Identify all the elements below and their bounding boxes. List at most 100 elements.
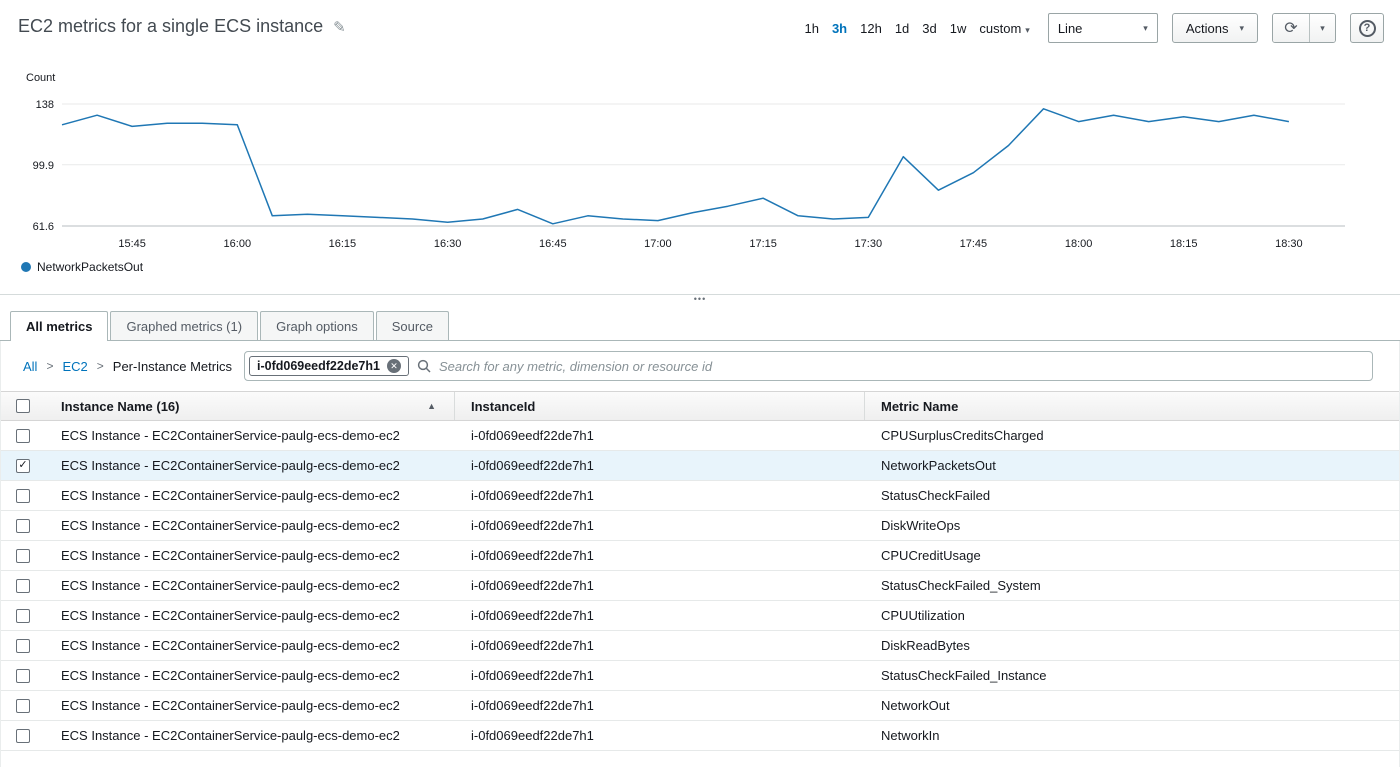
time-range-12h[interactable]: 12h <box>860 21 882 36</box>
metric-search-box[interactable]: i-0fd069eedf22de7h1 ✕ <box>244 351 1373 381</box>
chart-type-value: Line <box>1058 21 1083 36</box>
tab-source[interactable]: Source <box>376 311 449 340</box>
chart-type-select[interactable]: Line ▾ <box>1048 13 1158 43</box>
dashboard-header: EC2 metrics for a single ECS instance ✎ … <box>0 0 1400 64</box>
chart-legend[interactable]: NetworkPacketsOut <box>21 260 143 274</box>
svg-text:18:00: 18:00 <box>1065 238 1093 250</box>
metrics-line-chart[interactable]: 13899.961.615:4516:0016:1516:3016:4517:0… <box>0 80 1400 256</box>
table-row[interactable]: ECS Instance - EC2ContainerService-paulg… <box>1 661 1399 691</box>
breadcrumb-ec2[interactable]: EC2 <box>62 359 87 374</box>
row-checkbox[interactable] <box>16 609 30 623</box>
row-checkbox-cell <box>1 639 45 653</box>
tab-graph-options[interactable]: Graph options <box>260 311 374 340</box>
row-checkbox[interactable] <box>16 699 30 713</box>
actions-button[interactable]: Actions ▾ <box>1172 13 1258 43</box>
table-row[interactable]: ECS Instance - EC2ContainerService-paulg… <box>1 691 1399 721</box>
tab-all-metrics[interactable]: All metrics <box>10 311 108 340</box>
cell-instance-id: i-0fd069eedf22de7h1 <box>455 638 865 653</box>
row-checkbox[interactable] <box>16 429 30 443</box>
cell-instance-name: ECS Instance - EC2ContainerService-paulg… <box>45 578 455 593</box>
cell-metric-name: CPUUtilization <box>865 608 1399 623</box>
cell-instance-id: i-0fd069eedf22de7h1 <box>455 548 865 563</box>
panel-divider: ••• <box>0 294 1400 310</box>
cell-instance-id: i-0fd069eedf22de7h1 <box>455 488 865 503</box>
row-checkbox[interactable]: ✓ <box>16 459 30 473</box>
row-checkbox[interactable] <box>16 729 30 743</box>
cell-metric-name: CPUCreditUsage <box>865 548 1399 563</box>
table-row[interactable]: ECS Instance - EC2ContainerService-paulg… <box>1 481 1399 511</box>
svg-text:99.9: 99.9 <box>33 160 54 172</box>
row-checkbox-cell <box>1 579 45 593</box>
row-checkbox-cell <box>1 489 45 503</box>
table-row[interactable]: ECS Instance - EC2ContainerService-paulg… <box>1 421 1399 451</box>
time-range-custom[interactable]: custom▾ <box>979 21 1029 36</box>
edit-title-icon[interactable]: ✎ <box>333 18 346 36</box>
row-checkbox[interactable] <box>16 639 30 653</box>
help-button[interactable]: ? <box>1350 13 1384 43</box>
row-checkbox-cell <box>1 699 45 713</box>
row-checkbox[interactable] <box>16 549 30 563</box>
chevron-down-icon: ▾ <box>1239 23 1244 34</box>
filter-pill[interactable]: i-0fd069eedf22de7h1 ✕ <box>249 356 409 376</box>
row-checkbox[interactable] <box>16 669 30 683</box>
cell-metric-name: NetworkPacketsOut <box>865 458 1399 473</box>
table-row[interactable]: ECS Instance - EC2ContainerService-paulg… <box>1 721 1399 751</box>
refresh-button[interactable]: ⟳ <box>1273 14 1310 42</box>
row-checkbox-cell <box>1 429 45 443</box>
refresh-options-button[interactable]: ▾ <box>1310 14 1335 42</box>
chevron-down-icon: ▾ <box>1025 25 1030 35</box>
remove-filter-icon[interactable]: ✕ <box>387 359 401 373</box>
legend-label: NetworkPacketsOut <box>37 260 143 274</box>
svg-text:18:30: 18:30 <box>1275 238 1303 250</box>
svg-text:138: 138 <box>36 99 54 111</box>
time-range-1h[interactable]: 1h <box>804 21 818 36</box>
breadcrumb-separator: > <box>46 359 53 373</box>
cell-instance-id: i-0fd069eedf22de7h1 <box>455 728 865 743</box>
time-range-1w[interactable]: 1w <box>950 21 967 36</box>
table-row[interactable]: ECS Instance - EC2ContainerService-paulg… <box>1 631 1399 661</box>
svg-text:16:45: 16:45 <box>539 238 567 250</box>
tab-graphed-metrics-1[interactable]: Graphed metrics (1) <box>110 311 258 340</box>
cell-instance-id: i-0fd069eedf22de7h1 <box>455 428 865 443</box>
resize-handle-icon[interactable]: ••• <box>694 295 706 303</box>
time-range-group: 1h 3h 12h 1d 3d 1w custom▾ <box>804 21 1029 36</box>
time-range-3h[interactable]: 3h <box>832 21 847 36</box>
table-row[interactable]: ECS Instance - EC2ContainerService-paulg… <box>1 511 1399 541</box>
table-row[interactable]: ECS Instance - EC2ContainerService-paulg… <box>1 541 1399 571</box>
row-checkbox[interactable] <box>16 519 30 533</box>
breadcrumb-all[interactable]: All <box>23 359 37 374</box>
table-header: Instance Name (16) ▲ InstanceId Metric N… <box>1 391 1399 421</box>
cell-instance-name: ECS Instance - EC2ContainerService-paulg… <box>45 458 455 473</box>
cell-metric-name: NetworkOut <box>865 698 1399 713</box>
search-input[interactable] <box>439 359 1364 374</box>
row-checkbox[interactable] <box>16 579 30 593</box>
cell-instance-id: i-0fd069eedf22de7h1 <box>455 698 865 713</box>
column-header-instance-name[interactable]: Instance Name (16) ▲ <box>45 392 455 420</box>
header-controls: 1h 3h 12h 1d 3d 1w custom▾ Line ▾ Actions ▾ ⟳ … <box>804 13 1384 43</box>
breadcrumb-separator: > <box>97 359 104 373</box>
cell-instance-name: ECS Instance - EC2ContainerService-paulg… <box>45 698 455 713</box>
row-checkbox-cell <box>1 669 45 683</box>
page-title: EC2 metrics for a single ECS instance <box>18 16 323 37</box>
table-row-partial <box>1 751 1399 765</box>
table-row[interactable]: ECS Instance - EC2ContainerService-paulg… <box>1 601 1399 631</box>
cell-metric-name: StatusCheckFailed_Instance <box>865 668 1399 683</box>
breadcrumb-per-instance-metrics: Per-Instance Metrics <box>113 359 232 374</box>
legend-color-dot <box>21 262 31 272</box>
table-row[interactable]: ECS Instance - EC2ContainerService-paulg… <box>1 571 1399 601</box>
column-header-instance-id[interactable]: InstanceId <box>455 392 865 420</box>
cell-instance-name: ECS Instance - EC2ContainerService-paulg… <box>45 728 455 743</box>
column-header-metric-name[interactable]: Metric Name <box>865 392 1399 420</box>
row-checkbox-cell: ✓ <box>1 459 45 473</box>
cell-metric-name: DiskWriteOps <box>865 518 1399 533</box>
row-checkbox[interactable] <box>16 489 30 503</box>
chevron-down-icon: ▾ <box>1320 23 1325 34</box>
time-range-1d[interactable]: 1d <box>895 21 909 36</box>
svg-text:61.6: 61.6 <box>33 221 54 233</box>
select-all-checkbox[interactable] <box>16 399 30 413</box>
row-checkbox-cell <box>1 609 45 623</box>
time-range-3d[interactable]: 3d <box>922 21 936 36</box>
table-row[interactable]: ✓ ECS Instance - EC2ContainerService-paul… <box>1 451 1399 481</box>
refresh-split-button: ⟳ ▾ <box>1272 13 1336 43</box>
cell-metric-name: CPUSurplusCreditsCharged <box>865 428 1399 443</box>
